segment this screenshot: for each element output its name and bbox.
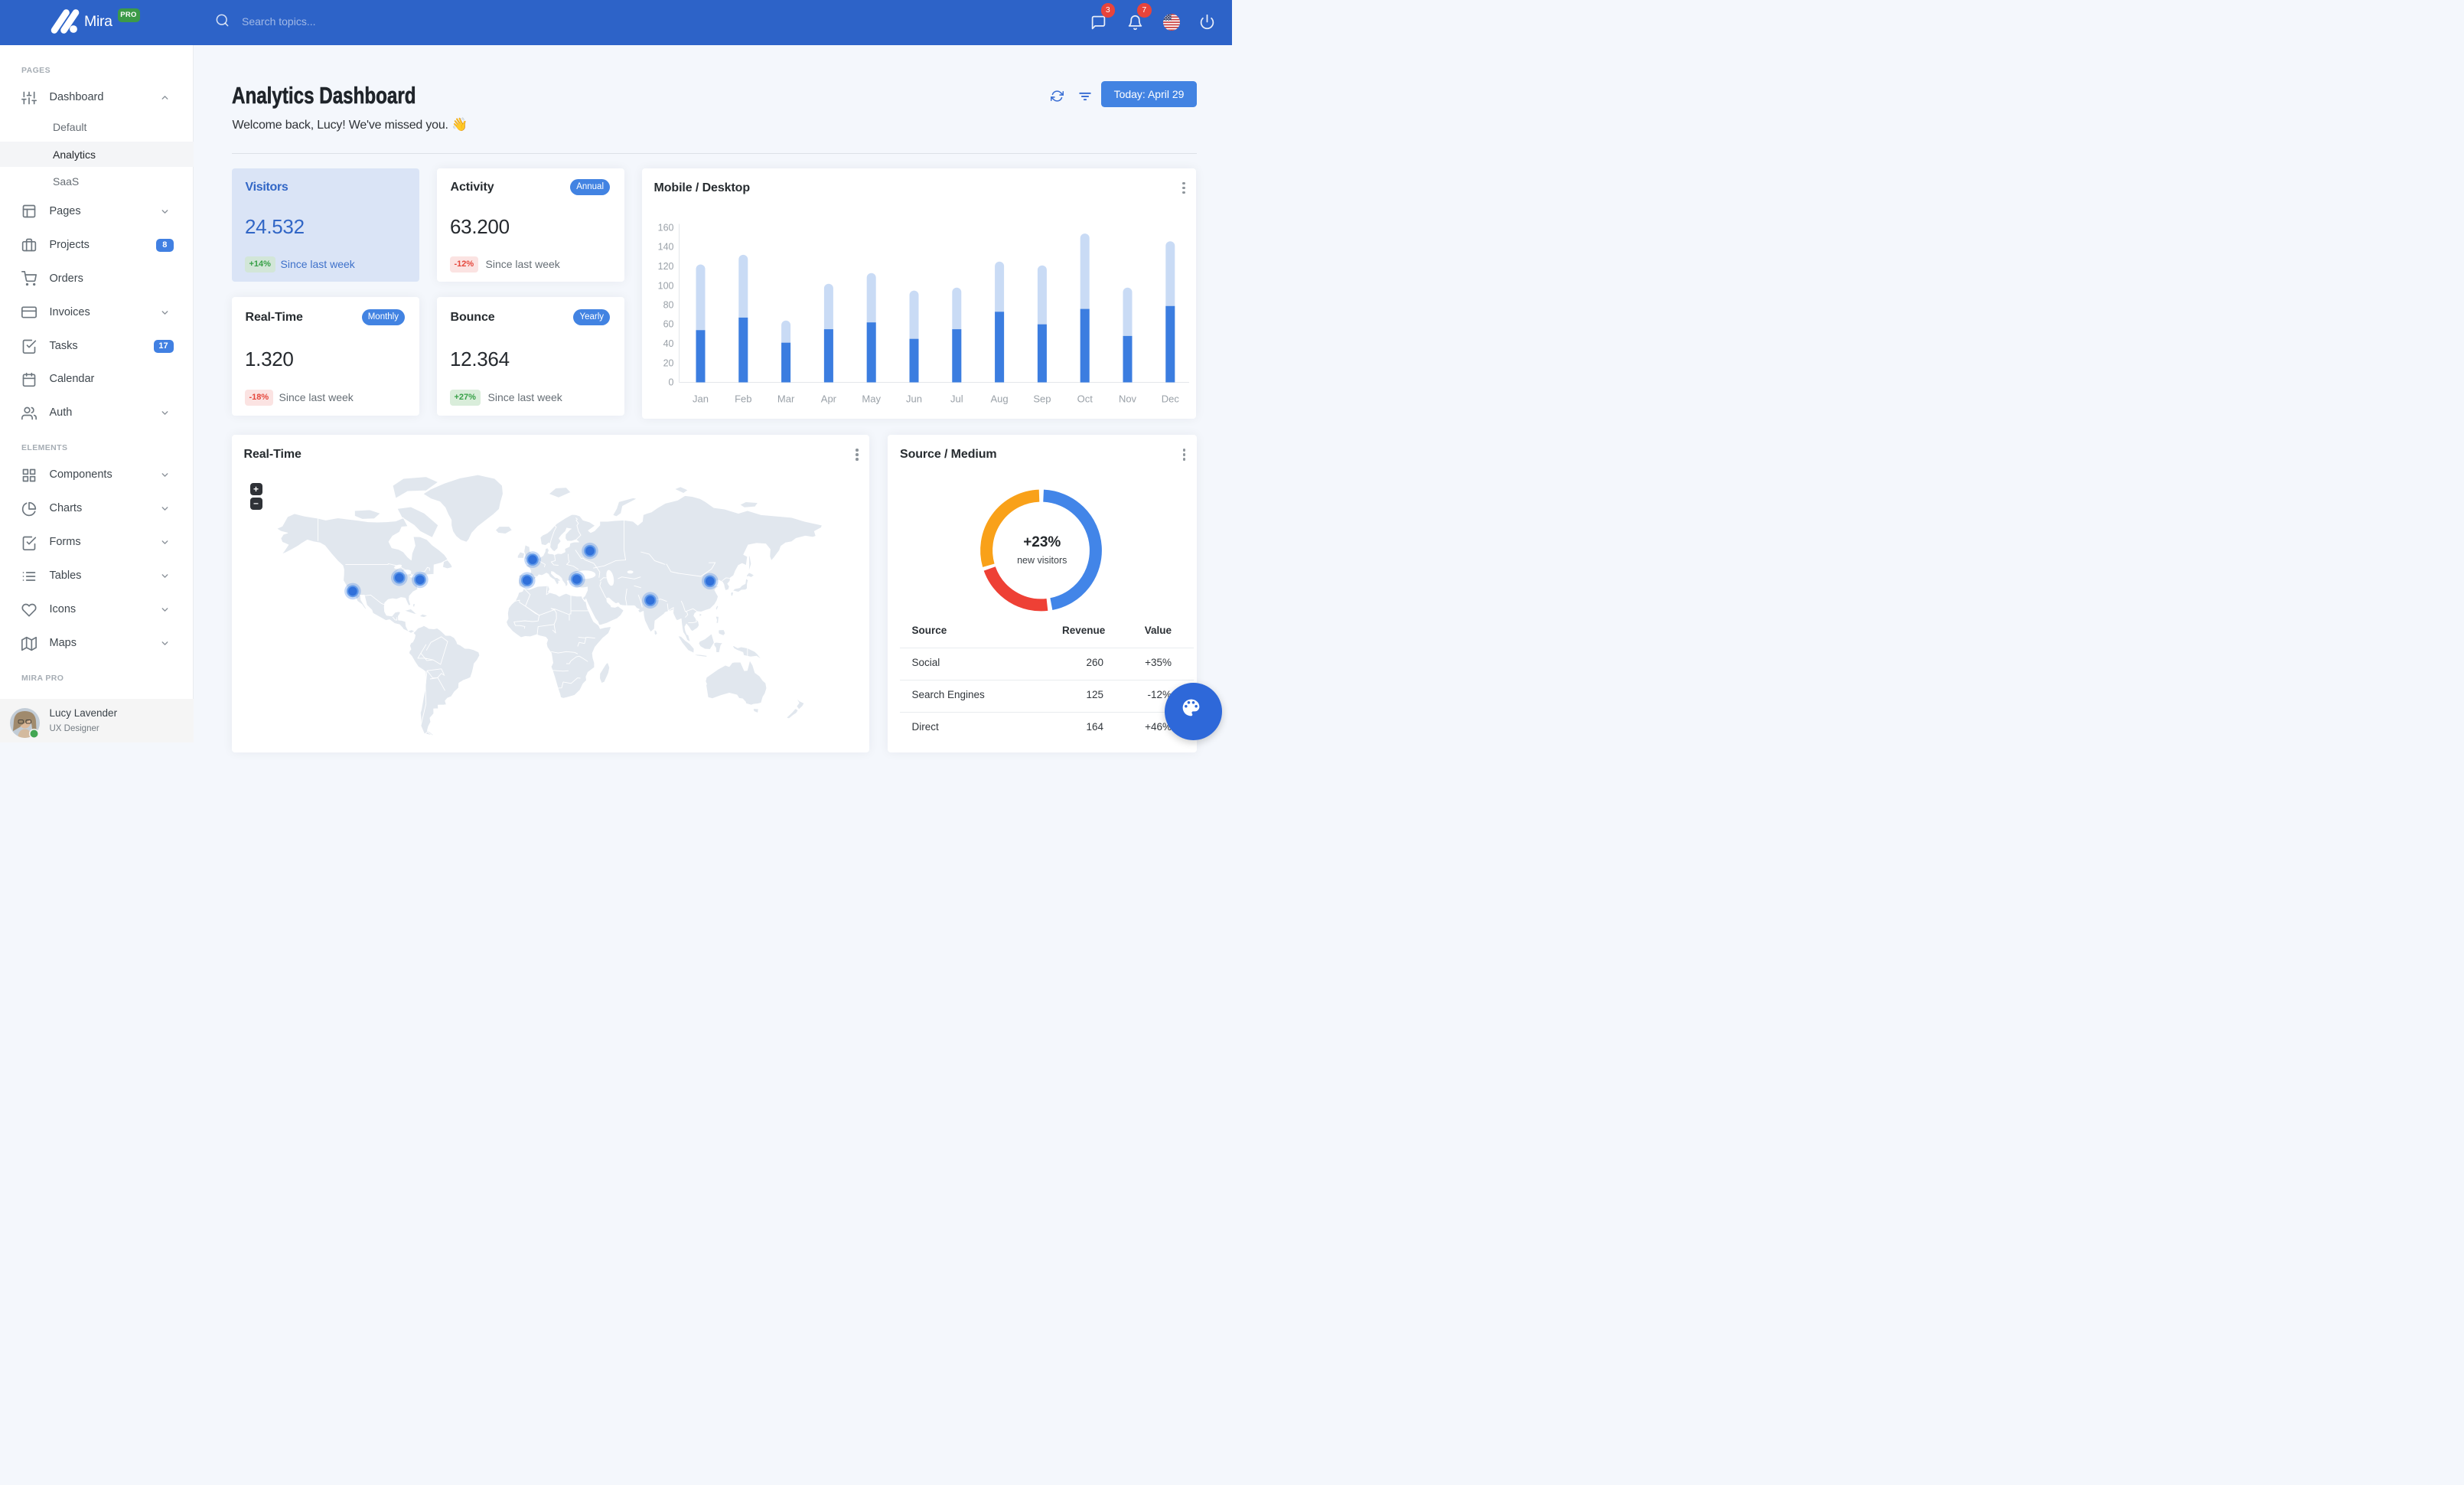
svg-text:80: 80	[663, 299, 673, 310]
svg-text:Oct: Oct	[1077, 393, 1093, 404]
svg-text:Dec: Dec	[1161, 393, 1179, 404]
svg-text:60: 60	[663, 318, 673, 329]
svg-text:20: 20	[663, 357, 673, 368]
svg-text:May: May	[862, 393, 881, 404]
svg-text:Apr: Apr	[820, 393, 836, 404]
svg-text:Aug: Aug	[990, 393, 1008, 404]
svg-text:140: 140	[657, 241, 673, 252]
svg-text:Nov: Nov	[1118, 393, 1136, 404]
svg-text:40: 40	[663, 338, 673, 349]
svg-text:Jan: Jan	[693, 393, 709, 404]
svg-text:Jun: Jun	[906, 393, 922, 404]
svg-text:160: 160	[657, 222, 673, 233]
svg-text:120: 120	[657, 261, 673, 272]
svg-text:Feb: Feb	[735, 393, 751, 404]
svg-text:Jul: Jul	[950, 393, 963, 404]
svg-text:0: 0	[668, 377, 673, 387]
svg-text:Sep: Sep	[1033, 393, 1051, 404]
svg-text:100: 100	[657, 280, 673, 291]
svg-text:Mar: Mar	[777, 393, 794, 404]
